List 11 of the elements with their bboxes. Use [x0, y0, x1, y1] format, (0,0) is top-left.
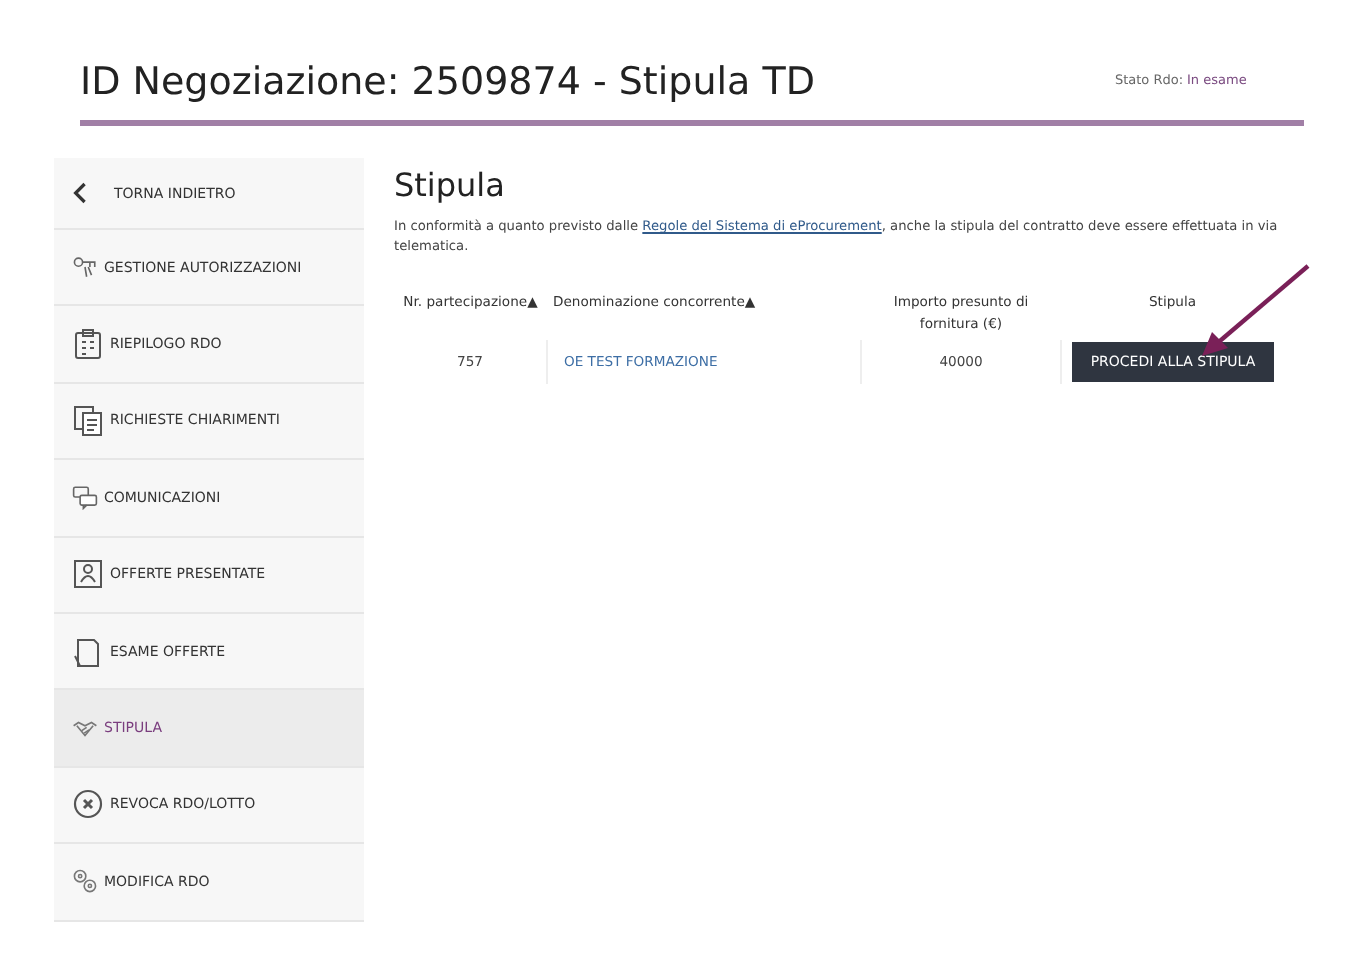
section-title: Stipula — [394, 166, 507, 204]
chat-icon — [72, 484, 98, 511]
documents-icon — [72, 404, 104, 437]
gears-icon — [72, 868, 98, 895]
chevron-left-icon — [72, 182, 90, 204]
keys-icon — [72, 254, 98, 281]
revoke-icon — [72, 788, 104, 821]
document-icon — [72, 635, 104, 668]
page-title: ID Negoziazione: 2509874 - Stipula TD — [80, 60, 815, 104]
clipboard-icon — [72, 328, 104, 361]
person-document-icon — [72, 558, 104, 591]
